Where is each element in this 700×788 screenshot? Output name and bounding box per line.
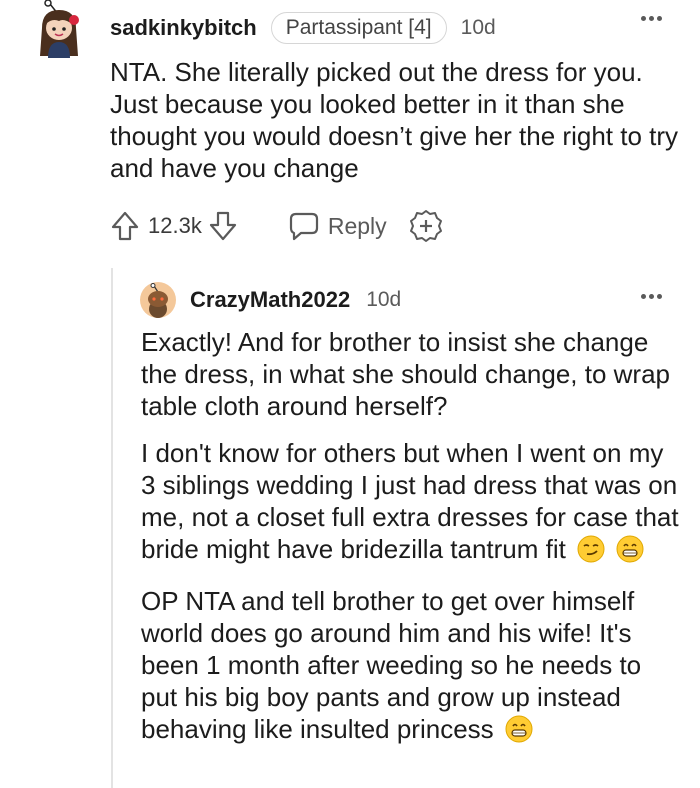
reply-paragraph: OP NTA and tell brother to get over hims… bbox=[141, 585, 681, 750]
timestamp: 10d bbox=[460, 16, 496, 39]
reply-meta: CrazyMath2022 10d bbox=[190, 285, 401, 315]
comment-body: NTA. She literally picked out the dress … bbox=[110, 57, 679, 183]
vote-count: 12.3k bbox=[148, 213, 202, 238]
username[interactable]: sadkinkybitch bbox=[110, 15, 257, 41]
reply-label: Reply bbox=[327, 212, 387, 239]
more-dots-icon[interactable] bbox=[641, 294, 662, 299]
smirking-face-emoji bbox=[577, 535, 605, 570]
comment-actions: 12.3k Reply bbox=[110, 205, 443, 247]
grinning-face-emoji bbox=[505, 715, 533, 750]
plus-badge-icon[interactable] bbox=[409, 209, 443, 243]
more-dots-icon[interactable] bbox=[641, 16, 662, 21]
comment-thread: sadkinkybitch Partassipant [4] 10d NTA. … bbox=[0, 0, 700, 788]
reply-username[interactable]: CrazyMath2022 bbox=[190, 287, 350, 313]
grinning-face-emoji bbox=[616, 535, 644, 570]
reply-user-avatar[interactable] bbox=[140, 282, 176, 318]
thread-line[interactable] bbox=[111, 268, 113, 788]
comment-meta: sadkinkybitch Partassipant [4] 10d bbox=[110, 12, 496, 44]
arrow-down-icon[interactable] bbox=[208, 210, 238, 242]
reply-paragraph: I don't know for others but when I went … bbox=[141, 437, 681, 570]
reply-body: Exactly! And for brother to insist she c… bbox=[141, 326, 681, 765]
reply-paragraph: Exactly! And for brother to insist she c… bbox=[141, 327, 670, 421]
user-avatar[interactable] bbox=[34, 0, 84, 58]
reply-button[interactable]: Reply bbox=[288, 211, 387, 241]
reply-timestamp: 10d bbox=[366, 288, 402, 311]
user-flair-badge: Partassipant [4] bbox=[270, 12, 447, 44]
speech-bubble-icon bbox=[289, 212, 318, 241]
arrow-up-icon[interactable] bbox=[110, 210, 140, 242]
